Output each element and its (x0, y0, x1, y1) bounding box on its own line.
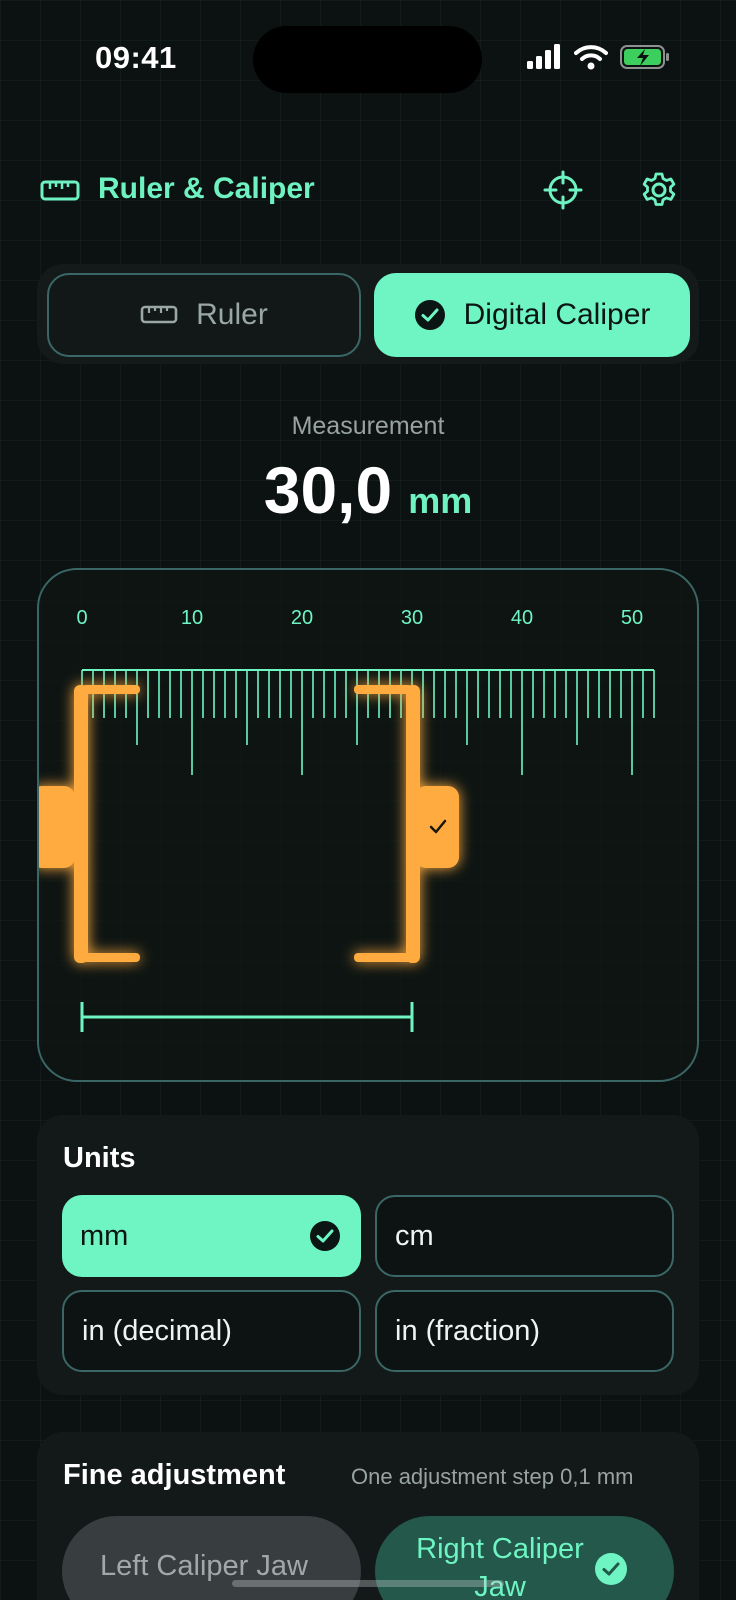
app-title: Ruler & Caliper (98, 172, 315, 205)
measurement-readout: 30,0 mm (0, 452, 736, 528)
right-jaw-label: Right Caliper Jaw (416, 1533, 584, 1600)
mode-caliper-label: Digital Caliper (463, 298, 651, 331)
unit-option-mm[interactable]: mm (62, 1195, 361, 1277)
unit-option-label: in (fraction) (395, 1314, 541, 1347)
unit-option-label: mm (80, 1219, 129, 1252)
unit-option-cm[interactable]: cm (375, 1195, 674, 1277)
right-jaw-lower-tip (354, 953, 412, 962)
scale-label: 10 (181, 607, 203, 629)
unit-option-in-decimal[interactable]: in (decimal) (62, 1290, 361, 1372)
check-circle-icon (414, 300, 445, 330)
left-jaw-lower-tip (82, 953, 140, 962)
measurement-value: 30,0 (263, 453, 393, 527)
dimension-line (80, 1002, 414, 1032)
left-jaw-handle (39, 786, 75, 868)
left-jaw-button[interactable]: Left Caliper Jaw (62, 1516, 361, 1600)
home-indicator (232, 1580, 504, 1587)
mode-caliper-button[interactable]: Digital Caliper (374, 273, 690, 357)
scale-label: 40 (511, 607, 533, 629)
check-circle-icon (310, 1221, 340, 1251)
unit-option-label: cm (395, 1219, 434, 1252)
fine-adjustment-title: Fine adjustment (63, 1459, 286, 1491)
right-jaw[interactable] (354, 685, 459, 963)
fine-adjustment-note: One adjustment step 0,1 mm (351, 1464, 634, 1489)
wifi-icon (574, 45, 608, 70)
left-jaw-upper-tip (82, 685, 140, 694)
unit-option-label: in (decimal) (82, 1314, 232, 1347)
battery-icon (620, 45, 669, 69)
dynamic-island (253, 26, 482, 93)
scale-label: 30 (401, 607, 423, 629)
left-jaw-bar (74, 685, 88, 963)
caliper-drawing: 0 10 20 30 40 50 (39, 607, 655, 1032)
status-time: 09:41 (95, 40, 177, 75)
measurement-unit: mm (408, 480, 473, 521)
measurement-label: Measurement (291, 412, 445, 440)
calibrate-button[interactable] (541, 168, 585, 212)
scale-label: 50 (621, 607, 643, 629)
crosshair-icon (543, 170, 583, 210)
ruler-icon (40, 179, 80, 208)
status-icons (526, 44, 670, 70)
right-jaw-handle (415, 786, 459, 868)
scale-label: 0 (76, 607, 87, 629)
ruler-icon (140, 305, 178, 324)
signal-icon (527, 44, 560, 69)
mode-ruler-button[interactable]: Ruler (47, 273, 361, 357)
left-jaw[interactable] (39, 685, 140, 963)
left-jaw-label: Left Caliper Jaw (100, 1550, 308, 1582)
settings-button[interactable] (637, 168, 681, 212)
units-title: Units (63, 1142, 136, 1174)
mode-ruler-label: Ruler (196, 298, 268, 331)
scale-label: 20 (291, 607, 313, 629)
gear-icon (642, 172, 676, 206)
unit-option-in-fraction[interactable]: in (fraction) (375, 1290, 674, 1372)
check-circle-icon (594, 1552, 628, 1591)
caliper-jaws[interactable] (39, 685, 459, 963)
right-jaw-upper-tip (354, 685, 412, 694)
caliper-canvas[interactable]: 0 10 20 30 40 50 (37, 568, 699, 1082)
